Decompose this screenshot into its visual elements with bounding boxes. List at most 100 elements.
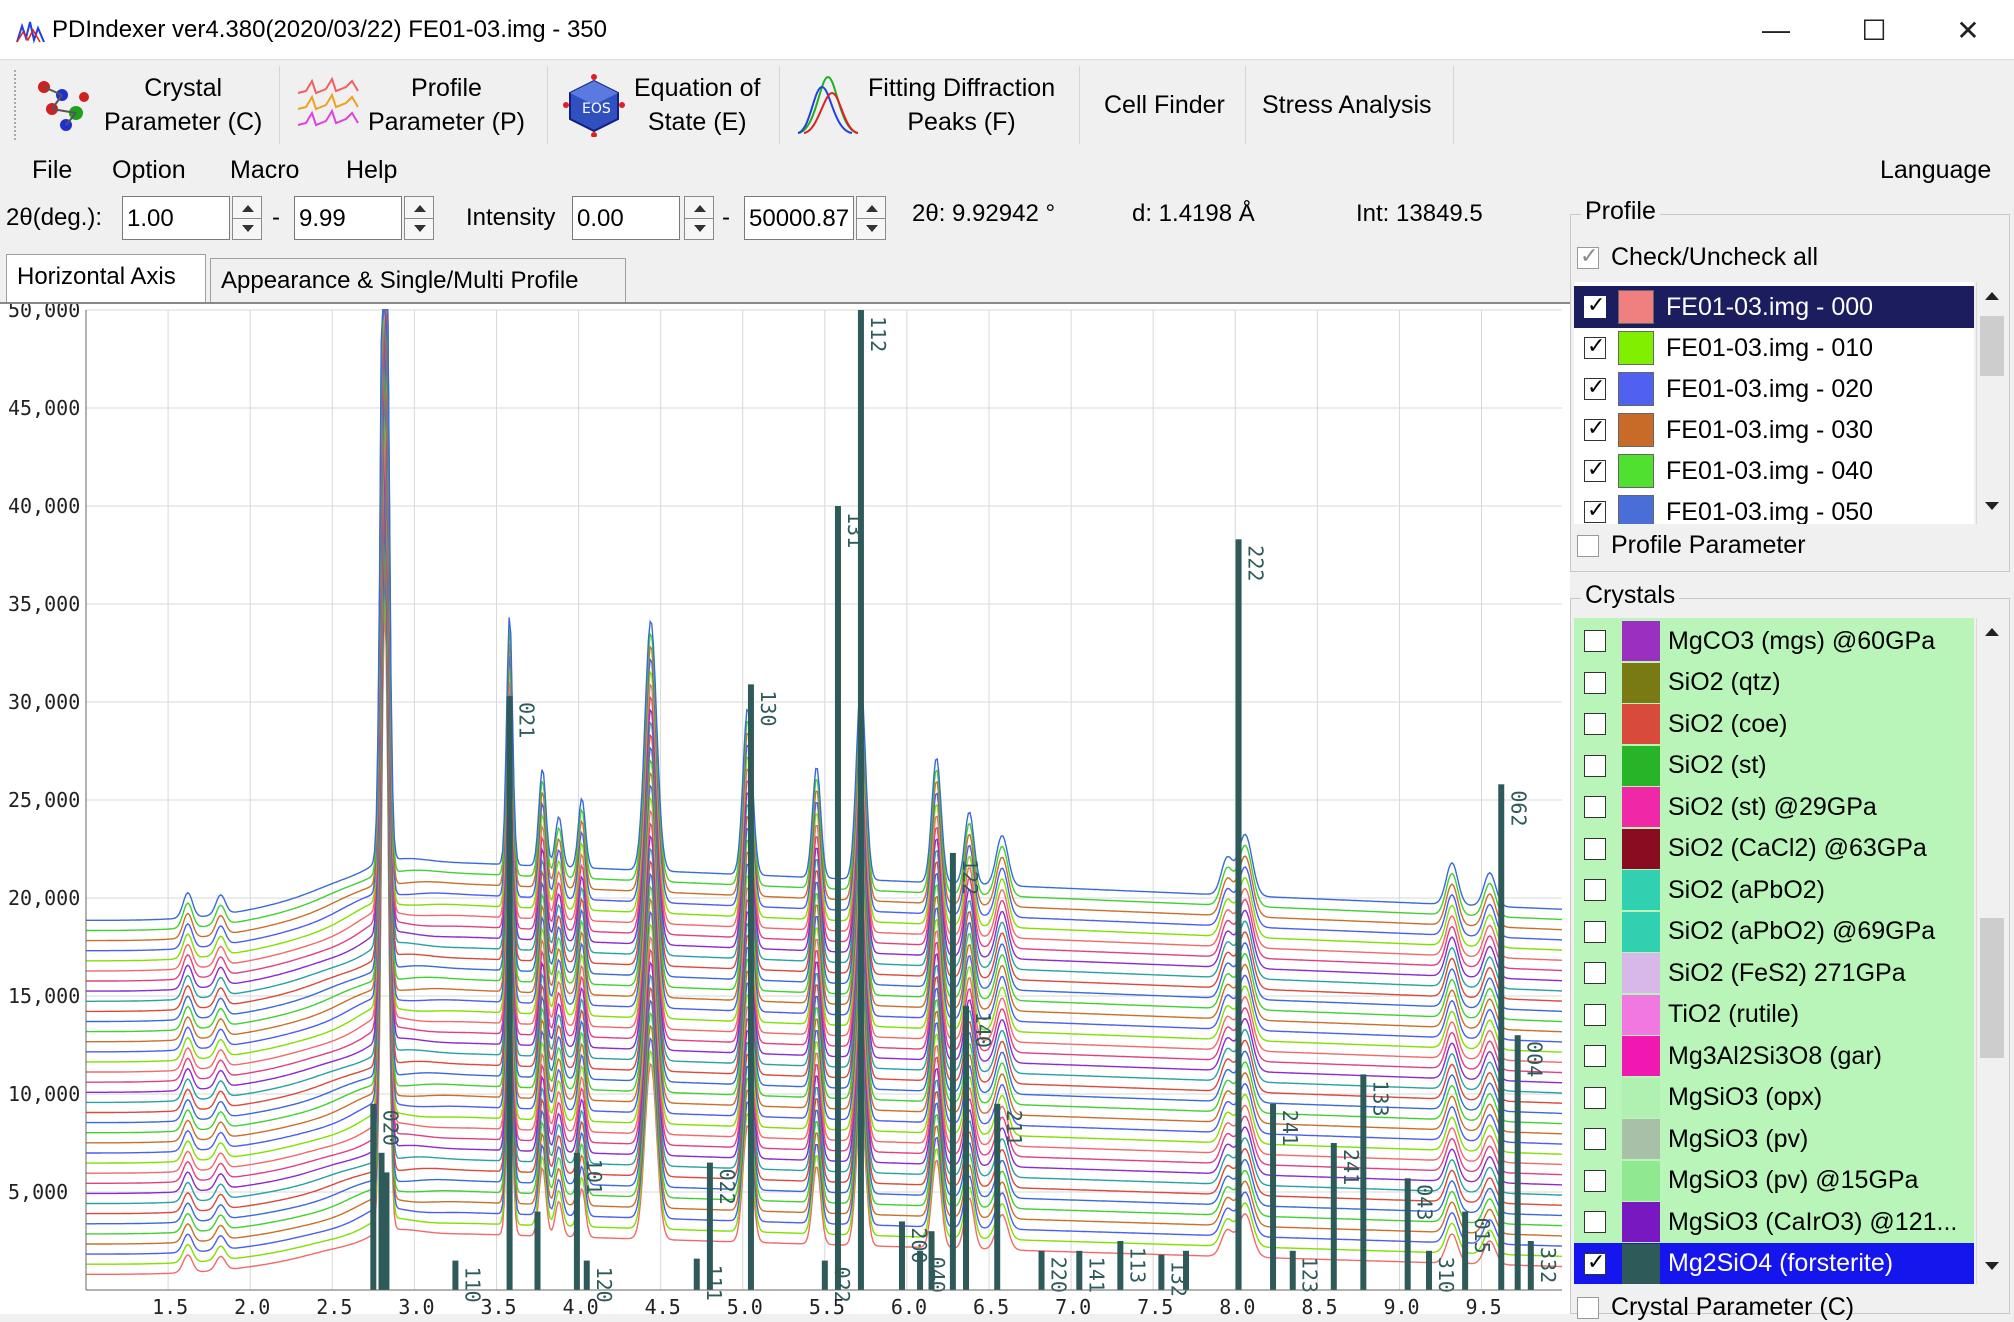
crystal-item-checkbox[interactable] xyxy=(1584,796,1606,818)
profile-item-checkbox[interactable] xyxy=(1584,293,1606,318)
profile-list-item[interactable]: FE01-03.img - 020 xyxy=(1574,368,1974,410)
crystal-list-item[interactable]: SiO2 (st) xyxy=(1574,745,1974,787)
profile-parameter-button[interactable]: Profile Parameter (P) xyxy=(290,66,548,144)
diffraction-chart[interactable]: 020110021101120 1110221300221311122000401… xyxy=(0,304,1570,1316)
crystal-list-item[interactable]: SiO2 (aPbO2) @69GPa xyxy=(1574,911,1974,953)
crystal-item-checkbox[interactable] xyxy=(1584,671,1606,694)
profile-list-item[interactable]: FE01-03.img - 000 xyxy=(1574,286,1974,328)
crystal-color-swatch[interactable] xyxy=(1622,911,1660,952)
crystal-color-swatch[interactable] xyxy=(1622,704,1660,744)
close-button[interactable]: ✕ xyxy=(1922,0,2014,60)
crystal-color-swatch[interactable] xyxy=(1622,621,1660,661)
crystal-parameter-button[interactable]: Crystal Parameter (C) xyxy=(26,66,280,144)
profile-item-checkbox[interactable] xyxy=(1584,334,1606,359)
scroll-up-arrow-icon[interactable] xyxy=(1977,618,2007,648)
profile-parameter-checkbox[interactable] xyxy=(1577,534,1599,557)
profile-item-checkbox[interactable] xyxy=(1584,498,1606,523)
crystal-list-item[interactable]: SiO2 (st) @29GPa xyxy=(1574,786,1974,828)
check-all-row[interactable]: Check/Uncheck all xyxy=(1577,243,1818,272)
two-theta-max-spinner[interactable] xyxy=(404,196,434,240)
crystal-item-checkbox[interactable] xyxy=(1584,1211,1606,1233)
scroll-up-arrow-icon[interactable] xyxy=(1977,282,2007,312)
profile-color-swatch[interactable] xyxy=(1618,413,1654,447)
scroll-down-arrow-icon[interactable] xyxy=(1977,492,2007,522)
crystal-list-item[interactable]: Mg3Al2Si3O8 (gar) xyxy=(1574,1035,1974,1077)
profile-color-swatch[interactable] xyxy=(1618,290,1654,324)
scroll-down-arrow-icon[interactable] xyxy=(1977,1252,2007,1282)
crystal-parameter-row[interactable]: Crystal Parameter (C) xyxy=(1577,1293,1854,1322)
stress-analysis-button[interactable]: Stress Analysis xyxy=(1254,66,1454,144)
crystal-list-item[interactable]: SiO2 (qtz) xyxy=(1574,662,1974,704)
crystal-item-checkbox[interactable] xyxy=(1584,1045,1606,1067)
intensity-max-spinner[interactable] xyxy=(856,196,886,240)
profile-list-scrollbar[interactable] xyxy=(1976,282,2006,524)
crystal-item-checkbox[interactable] xyxy=(1584,1086,1606,1109)
diffraction-plot[interactable]: 020 110 021 101 120 111 022 130 022 131 112 200 040 1… xyxy=(0,302,1570,1316)
crystal-list-item[interactable]: Mg2SiO4 (forsterite) xyxy=(1574,1242,1974,1284)
crystal-item-checkbox[interactable] xyxy=(1584,837,1606,860)
maximize-button[interactable]: ☐ xyxy=(1828,0,1920,60)
crystal-list-item[interactable]: MgSiO3 (pv) @15GPa xyxy=(1574,1160,1974,1202)
two-theta-min-input[interactable]: 1.00 xyxy=(122,196,230,240)
crystal-color-swatch[interactable] xyxy=(1622,1119,1660,1159)
minimize-button[interactable]: — xyxy=(1730,0,1822,60)
two-theta-min-spinner[interactable] xyxy=(232,196,262,240)
profile-parameter-row[interactable]: Profile Parameter xyxy=(1577,531,1806,560)
toolbar-grip[interactable] xyxy=(14,70,18,140)
crystal-list-item[interactable]: MgSiO3 (opx) xyxy=(1574,1077,1974,1119)
profile-list-item[interactable]: FE01-03.img - 010 xyxy=(1574,327,1974,369)
crystal-color-swatch[interactable] xyxy=(1622,662,1660,703)
crystal-item-checkbox[interactable] xyxy=(1584,754,1606,777)
profile-color-swatch[interactable] xyxy=(1618,372,1654,406)
crystal-list-item[interactable]: SiO2 (FeS2) 271GPa xyxy=(1574,952,1974,994)
crystal-list-item[interactable]: SiO2 (CaCl2) @63GPa xyxy=(1574,828,1974,870)
scroll-thumb[interactable] xyxy=(1980,316,2004,376)
menu-file[interactable]: File xyxy=(32,156,72,185)
two-theta-max-input[interactable]: 9.99 xyxy=(294,196,402,240)
menu-language[interactable]: Language xyxy=(1880,156,1991,185)
crystal-item-checkbox[interactable] xyxy=(1584,1250,1606,1275)
crystal-list-item[interactable]: SiO2 (coe) xyxy=(1574,703,1974,745)
crystal-list-item[interactable]: TiO2 (rutile) xyxy=(1574,994,1974,1036)
profile-item-checkbox[interactable] xyxy=(1584,457,1606,482)
check-all-checkbox[interactable] xyxy=(1577,244,1599,269)
profile-item-checkbox[interactable] xyxy=(1584,416,1606,441)
crystal-item-checkbox[interactable] xyxy=(1584,1128,1606,1150)
crystal-color-swatch[interactable] xyxy=(1622,787,1660,827)
crystal-color-swatch[interactable] xyxy=(1622,994,1660,1035)
crystal-color-swatch[interactable] xyxy=(1622,828,1660,869)
tab-horizontal-axis[interactable]: Horizontal Axis xyxy=(6,254,206,302)
profile-color-swatch[interactable] xyxy=(1618,331,1654,365)
crystal-color-swatch[interactable] xyxy=(1622,1202,1660,1242)
crystal-item-checkbox[interactable] xyxy=(1584,630,1606,652)
crystal-color-swatch[interactable] xyxy=(1622,1036,1660,1076)
intensity-min-input[interactable]: 0.00 xyxy=(572,196,680,240)
crystal-list-item[interactable]: SiO2 (aPbO2) xyxy=(1574,869,1974,911)
profile-color-swatch[interactable] xyxy=(1618,454,1654,488)
crystal-color-swatch[interactable] xyxy=(1622,953,1660,993)
crystal-list[interactable]: MgCO3 (mgs) @60GPa SiO2 (qtz) SiO2 (coe) Si… xyxy=(1574,618,1974,1284)
profile-list-item[interactable]: FE01-03.img - 040 xyxy=(1574,450,1974,492)
crystal-color-swatch[interactable] xyxy=(1622,870,1660,910)
tab-appearance[interactable]: Appearance & Single/Multi Profile xyxy=(210,258,626,302)
profile-item-checkbox[interactable] xyxy=(1584,375,1606,400)
crystal-list-scrollbar[interactable] xyxy=(1976,618,2006,1284)
crystal-list-item[interactable]: MgSiO3 (pv) xyxy=(1574,1118,1974,1160)
cell-finder-button[interactable]: Cell Finder xyxy=(1090,66,1246,144)
crystal-color-swatch[interactable] xyxy=(1622,1160,1660,1201)
menu-help[interactable]: Help xyxy=(346,156,397,185)
crystal-item-checkbox[interactable] xyxy=(1584,920,1606,943)
crystal-list-item[interactable]: MgCO3 (mgs) @60GPa xyxy=(1574,620,1974,662)
intensity-max-input[interactable]: 50000.87 xyxy=(744,196,854,240)
profile-list-item[interactable]: FE01-03.img - 030 xyxy=(1574,409,1974,451)
fitting-diffraction-peaks-button[interactable]: Fitting Diffraction Peaks (F) xyxy=(790,66,1080,144)
crystal-item-checkbox[interactable] xyxy=(1584,1003,1606,1026)
crystal-list-item[interactable]: MgSiO3 (CaIrO3) @121... xyxy=(1574,1201,1974,1243)
crystal-parameter-checkbox[interactable] xyxy=(1577,1296,1599,1319)
profile-color-swatch[interactable] xyxy=(1618,495,1654,524)
scroll-thumb[interactable] xyxy=(1980,918,2004,1058)
crystal-item-checkbox[interactable] xyxy=(1584,1169,1606,1192)
menu-option[interactable]: Option xyxy=(112,156,186,185)
equation-of-state-button[interactable]: EOS Equation of State (E) xyxy=(556,66,780,144)
crystal-color-swatch[interactable] xyxy=(1622,745,1660,786)
